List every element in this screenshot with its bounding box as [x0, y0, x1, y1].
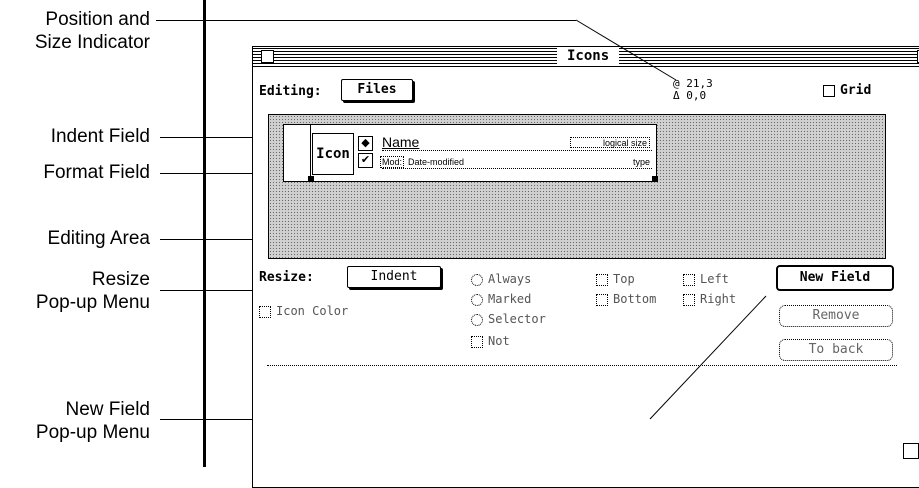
divider-line	[203, 0, 206, 467]
size-readout: Δ 0,0	[673, 89, 707, 102]
left-option[interactable]: Left	[683, 272, 729, 286]
marked-option[interactable]: Marked	[471, 292, 531, 306]
callout-resize-line2: Pop-up Menu	[35, 292, 150, 313]
callout-new-field-line1: New Field	[65, 399, 150, 420]
not-label: Not	[488, 334, 510, 348]
mod-row[interactable]: Mod: Date-modified type	[380, 155, 652, 169]
check-icon: ✔	[358, 153, 373, 168]
to-back-button[interactable]: To back	[779, 339, 893, 361]
bottom-label: Bottom	[613, 292, 657, 306]
callout-new-field: New Field Pop-up Menu	[14, 398, 150, 444]
icon-color-label: Icon Color	[276, 304, 349, 318]
callout-indent-field: Indent Field	[50, 126, 150, 147]
position-size-indicator: @ 21,3 Δ 0,0	[673, 78, 713, 102]
marked-label: Marked	[488, 292, 532, 306]
callout-resize: Resize Pop-up Menu	[14, 268, 150, 314]
always-label: Always	[488, 272, 532, 286]
close-box[interactable]	[261, 50, 274, 63]
grid-label: Grid	[840, 83, 872, 98]
left-label: Left	[700, 272, 729, 286]
callout-resize-line1: Resize	[91, 269, 150, 290]
title-bar[interactable]: Icons	[253, 47, 919, 67]
new-field-button[interactable]: New Field	[776, 265, 894, 291]
not-checkbox[interactable]	[471, 335, 483, 348]
callout-position-line1: Position and	[45, 9, 150, 30]
always-option[interactable]: Always	[471, 272, 531, 286]
mod-value: Date-modified	[408, 157, 465, 167]
remove-button[interactable]: Remove	[779, 305, 893, 327]
callout-editing-area: Editing Area	[47, 228, 150, 249]
left-checkbox[interactable]	[683, 273, 695, 286]
right-option[interactable]: Right	[683, 292, 736, 306]
leader-position	[156, 20, 576, 21]
icon-color-option[interactable]: Icon Color	[259, 304, 348, 318]
editing-area[interactable]: Icon ◆ ✔ Name logical size Mod: Date-mod…	[268, 114, 886, 259]
diamond-icon: ◆	[358, 136, 373, 151]
format-field[interactable]: Icon ◆ ✔ Name logical size Mod: Date-mod…	[283, 124, 658, 182]
editing-label: Editing:	[259, 84, 322, 99]
grow-box[interactable]	[903, 443, 919, 459]
right-label: Right	[700, 292, 737, 306]
window-title: Icons	[557, 48, 620, 65]
callout-position-size: Position and Size Indicator	[14, 8, 150, 54]
bottom-checkbox[interactable]	[596, 293, 608, 306]
indent-field[interactable]	[284, 125, 311, 179]
grid-checkbox-box[interactable]	[823, 84, 835, 97]
resize-handle-left[interactable]	[308, 176, 314, 182]
editing-popup-button[interactable]: Files	[341, 79, 413, 101]
callout-format-field: Format Field	[43, 162, 150, 183]
resize-popup-button[interactable]: Indent	[347, 266, 441, 288]
mod-label: Mod:	[380, 156, 405, 168]
selector-label: Selector	[488, 312, 546, 326]
top-checkbox[interactable]	[596, 273, 608, 286]
right-checkbox[interactable]	[683, 293, 695, 306]
icon-cell: Icon	[312, 133, 354, 175]
type-label: type	[632, 157, 650, 167]
name-label: Name	[382, 134, 420, 150]
icon-color-checkbox[interactable]	[259, 305, 271, 318]
bottom-option[interactable]: Bottom	[596, 292, 656, 306]
name-column[interactable]: Name logical size	[382, 134, 652, 151]
logical-size-label: logical size	[570, 137, 650, 148]
selector-radio[interactable]	[471, 313, 483, 326]
callout-position-line2: Size Indicator	[34, 32, 150, 53]
icons-window: Icons Editing: Files @ 21,3 Δ 0,0 Grid I…	[252, 46, 919, 488]
selector-option[interactable]: Selector	[471, 312, 546, 326]
resize-handle-right[interactable]	[652, 176, 658, 182]
grid-checkbox[interactable]: Grid	[823, 83, 871, 98]
always-radio[interactable]	[471, 273, 483, 286]
separator-line	[267, 365, 897, 366]
top-label: Top	[613, 272, 635, 286]
callout-new-field-line2: Pop-up Menu	[35, 422, 150, 443]
not-option[interactable]: Not	[471, 334, 510, 348]
marked-radio[interactable]	[471, 293, 483, 306]
top-option[interactable]: Top	[596, 272, 635, 286]
resize-label: Resize:	[259, 270, 314, 285]
